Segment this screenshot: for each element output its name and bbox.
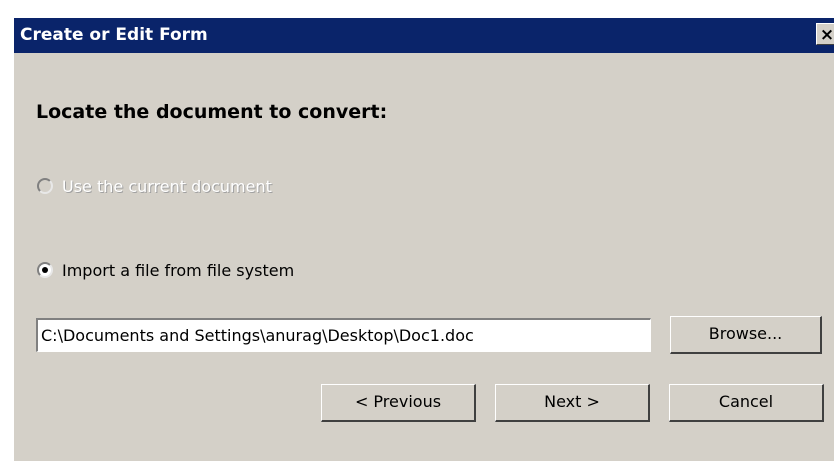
dialog-title: Create or Edit Form [20, 25, 208, 45]
option-use-current-document[interactable]: Use the current document [37, 175, 272, 197]
close-button[interactable]: × [816, 23, 834, 45]
file-path-input[interactable] [36, 318, 651, 352]
radio-button-disabled-icon [37, 178, 53, 194]
radio-button-selected-icon [37, 262, 53, 278]
background-strip [0, 0, 14, 461]
option-import-file[interactable]: Import a file from file system [37, 259, 294, 281]
create-edit-form-dialog: Create or Edit Form × Locate the documen… [14, 18, 834, 461]
close-icon: × [819, 25, 834, 45]
next-button[interactable]: Next > [495, 384, 650, 422]
title-bar[interactable]: Create or Edit Form × [14, 18, 834, 53]
cancel-button[interactable]: Cancel [669, 384, 824, 422]
browse-button[interactable]: Browse... [670, 316, 822, 354]
option-label: Use the current document [62, 176, 272, 196]
previous-button[interactable]: < Previous [321, 384, 476, 422]
section-heading: Locate the document to convert: [36, 101, 388, 123]
option-label: Import a file from file system [62, 260, 295, 280]
